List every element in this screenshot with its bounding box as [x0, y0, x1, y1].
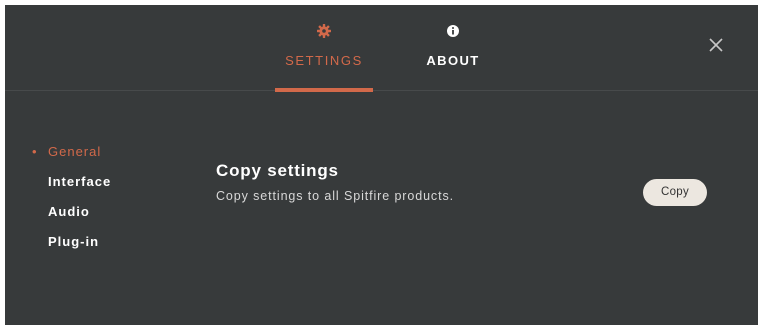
header: SETTINGS ABOUT: [5, 5, 758, 92]
active-bullet: •: [32, 144, 38, 159]
sidebar-item-interface[interactable]: Interface: [5, 173, 165, 203]
close-icon[interactable]: [707, 36, 725, 54]
tab-settings-label: SETTINGS: [285, 53, 363, 68]
sidebar-item-label: Plug-in: [48, 234, 100, 249]
copy-button[interactable]: Copy: [643, 179, 707, 206]
settings-sidebar: • General Interface Audio Plug-in: [5, 143, 165, 263]
sidebar-item-label: Audio: [48, 204, 90, 219]
tab-about[interactable]: ABOUT: [423, 5, 483, 91]
sidebar-item-audio[interactable]: Audio: [5, 203, 165, 233]
settings-window: SETTINGS ABOUT • General Interface Audio: [5, 5, 758, 325]
sidebar-item-label: General: [48, 144, 102, 159]
sidebar-item-label: Interface: [48, 174, 112, 189]
copy-settings-section: Copy settings Copy settings to all Spitf…: [216, 161, 454, 203]
sidebar-item-plug-in[interactable]: Plug-in: [5, 233, 165, 263]
section-title: Copy settings: [216, 161, 339, 180]
tab-about-label: ABOUT: [426, 53, 480, 68]
tab-settings[interactable]: SETTINGS: [275, 5, 373, 92]
gear-icon: [317, 24, 331, 38]
sidebar-item-general[interactable]: • General: [5, 143, 165, 173]
info-icon: [447, 25, 459, 37]
active-tab-indicator: [275, 88, 373, 92]
section-description: Copy settings to all Spitfire products.: [216, 189, 454, 203]
